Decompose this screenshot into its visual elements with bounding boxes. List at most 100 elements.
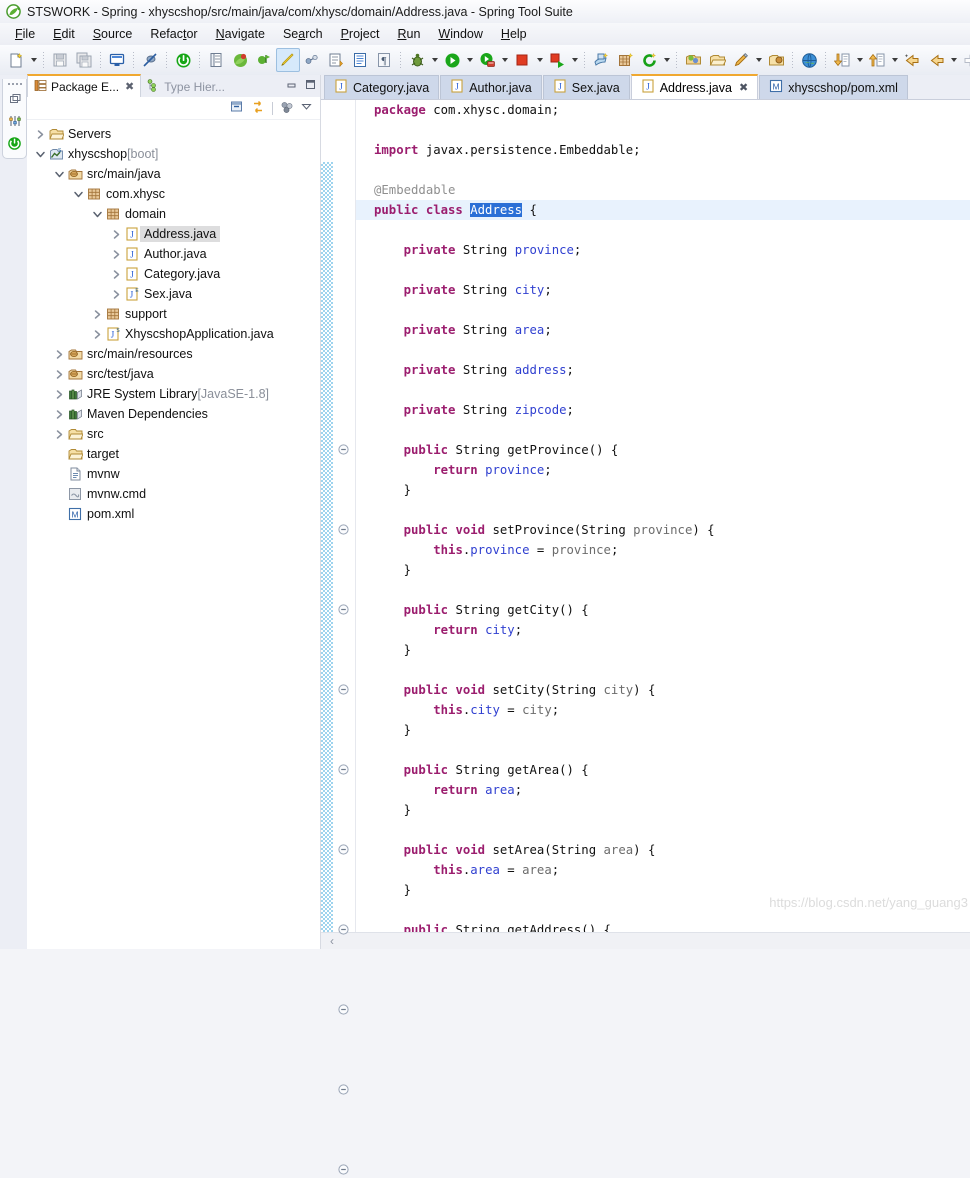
fold-collapse-icon[interactable] [338, 684, 349, 695]
editor-tab[interactable]: J Address.java ✖ [630, 74, 759, 99]
tree-item[interactable]: src/main/java [27, 164, 320, 184]
new-task-dropdown-icon[interactable] [753, 49, 764, 71]
tab-package-explorer[interactable]: Package E... ✖ [27, 74, 142, 97]
tree-item[interactable]: target [27, 444, 320, 464]
code-line[interactable]: public class Address { [356, 200, 970, 220]
code-line[interactable]: } [356, 880, 970, 900]
menu-navigate[interactable]: Navigate [207, 25, 274, 43]
code-line[interactable] [356, 120, 970, 140]
tree-item[interactable]: src/test/java [27, 364, 320, 384]
menu-run[interactable]: Run [388, 25, 429, 43]
link-editor-icon[interactable] [300, 48, 324, 72]
annotation-ruler[interactable] [321, 162, 333, 932]
chevron-right-icon[interactable] [90, 309, 104, 320]
code-line[interactable]: } [356, 560, 970, 580]
chevron-down-icon[interactable] [71, 189, 85, 200]
chevron-right-icon[interactable] [109, 249, 123, 260]
code-line[interactable] [356, 660, 970, 680]
fold-collapse-icon[interactable] [338, 524, 349, 535]
chevron-down-icon[interactable] [52, 169, 66, 180]
debug-icon[interactable] [405, 48, 429, 72]
code-line[interactable] [356, 220, 970, 240]
code-line[interactable] [356, 300, 970, 320]
code-line[interactable]: this.province = province; [356, 540, 970, 560]
code-line[interactable] [356, 820, 970, 840]
run-dropdown-icon[interactable] [464, 49, 475, 71]
code-line[interactable] [356, 380, 970, 400]
tree-item[interactable]: Mpom.xml [27, 504, 320, 524]
code-line[interactable]: private String address; [356, 360, 970, 380]
scroll-left-icon[interactable]: ‹ [321, 934, 343, 948]
back-history-icon[interactable] [900, 48, 924, 72]
code-line[interactable]: public String getAddress() { [356, 920, 970, 932]
tree-item[interactable]: mvnw.cmd [27, 484, 320, 504]
fast-view-grip[interactable] [3, 79, 26, 88]
chevron-down-icon[interactable] [33, 149, 47, 160]
tree-item[interactable]: src [27, 424, 320, 444]
tree-item[interactable]: Servers [27, 124, 320, 144]
code-line[interactable]: public String getCity() { [356, 600, 970, 620]
code-line[interactable]: private String province; [356, 240, 970, 260]
new-task-icon[interactable] [729, 48, 753, 72]
open-resource-icon[interactable] [764, 48, 788, 72]
code-line[interactable] [356, 900, 970, 920]
skip-breakpoints-icon[interactable] [138, 48, 162, 72]
code-line[interactable]: package com.xhysc.domain; [356, 100, 970, 120]
code-line[interactable]: } [356, 800, 970, 820]
tree-item[interactable]: support [27, 304, 320, 324]
project-tree[interactable]: Servers Sxhyscshop [boot] src/main/java com… [27, 120, 320, 949]
code-line[interactable]: public String getProvince() { [356, 440, 970, 460]
run-server-dropdown-icon[interactable] [499, 49, 510, 71]
code-line[interactable]: import javax.persistence.Embeddable; [356, 140, 970, 160]
code-line[interactable]: private String city; [356, 280, 970, 300]
code-line[interactable] [356, 160, 970, 180]
code-line[interactable]: return area; [356, 780, 970, 800]
spring-explorer-icon[interactable] [252, 48, 276, 72]
chevron-right-icon[interactable] [109, 289, 123, 300]
link-with-editor-icon[interactable] [251, 100, 265, 117]
back-icon[interactable] [924, 48, 948, 72]
menu-source[interactable]: Source [84, 25, 142, 43]
code-line[interactable]: this.area = area; [356, 860, 970, 880]
annotation-icon[interactable] [324, 48, 348, 72]
fold-collapse-icon[interactable] [338, 604, 349, 615]
editor-tab[interactable]: Mxhyscshop/pom.xml [759, 75, 908, 99]
code-line[interactable] [356, 500, 970, 520]
code-line[interactable]: } [356, 720, 970, 740]
code-line[interactable] [356, 260, 970, 280]
editor-tab[interactable]: J Sex.java [542, 75, 630, 99]
chevron-right-icon[interactable] [52, 429, 66, 440]
paragraph-icon[interactable]: ¶ [372, 48, 396, 72]
tree-item[interactable]: J Author.java [27, 244, 320, 264]
source-code[interactable]: package com.xhysc.domain; import javax.p… [356, 100, 970, 932]
close-icon[interactable]: ✖ [739, 81, 748, 94]
horizontal-scrollbar[interactable]: ‹ [321, 932, 970, 949]
menu-help[interactable]: Help [492, 25, 536, 43]
code-line[interactable]: @Embeddable [356, 180, 970, 200]
tree-item[interactable]: J E Sex.java [27, 284, 320, 304]
new-wizard-dropdown-icon[interactable] [28, 49, 39, 71]
code-line[interactable]: this.city = city; [356, 700, 970, 720]
boot-dashboard-icon[interactable] [171, 48, 195, 72]
chevron-down-icon[interactable] [90, 209, 104, 220]
run-icon[interactable] [440, 48, 464, 72]
code-line[interactable]: } [356, 480, 970, 500]
tree-item[interactable]: J S XhyscshopApplication.java [27, 324, 320, 344]
code-line[interactable]: return city; [356, 620, 970, 640]
code-line[interactable]: public String getArea() { [356, 760, 970, 780]
stop-dropdown-icon[interactable] [534, 49, 545, 71]
tree-item[interactable]: Sxhyscshop [boot] [27, 144, 320, 164]
run-server-icon[interactable] [475, 48, 499, 72]
tree-item[interactable]: com.xhysc [27, 184, 320, 204]
refresh-dropdown-icon[interactable] [661, 49, 672, 71]
code-line[interactable]: return province; [356, 460, 970, 480]
spring-bean-icon[interactable] [228, 48, 252, 72]
open-console-icon[interactable] [105, 48, 129, 72]
new-package-icon[interactable] [613, 48, 637, 72]
fold-collapse-icon[interactable] [338, 844, 349, 855]
folding-ruler[interactable] [333, 100, 356, 1175]
tree-item[interactable]: J Address.java [27, 224, 320, 244]
editor-tab[interactable]: J Author.java [440, 75, 542, 99]
collapse-all-icon[interactable] [230, 100, 244, 117]
chevron-right-icon[interactable] [90, 329, 104, 340]
